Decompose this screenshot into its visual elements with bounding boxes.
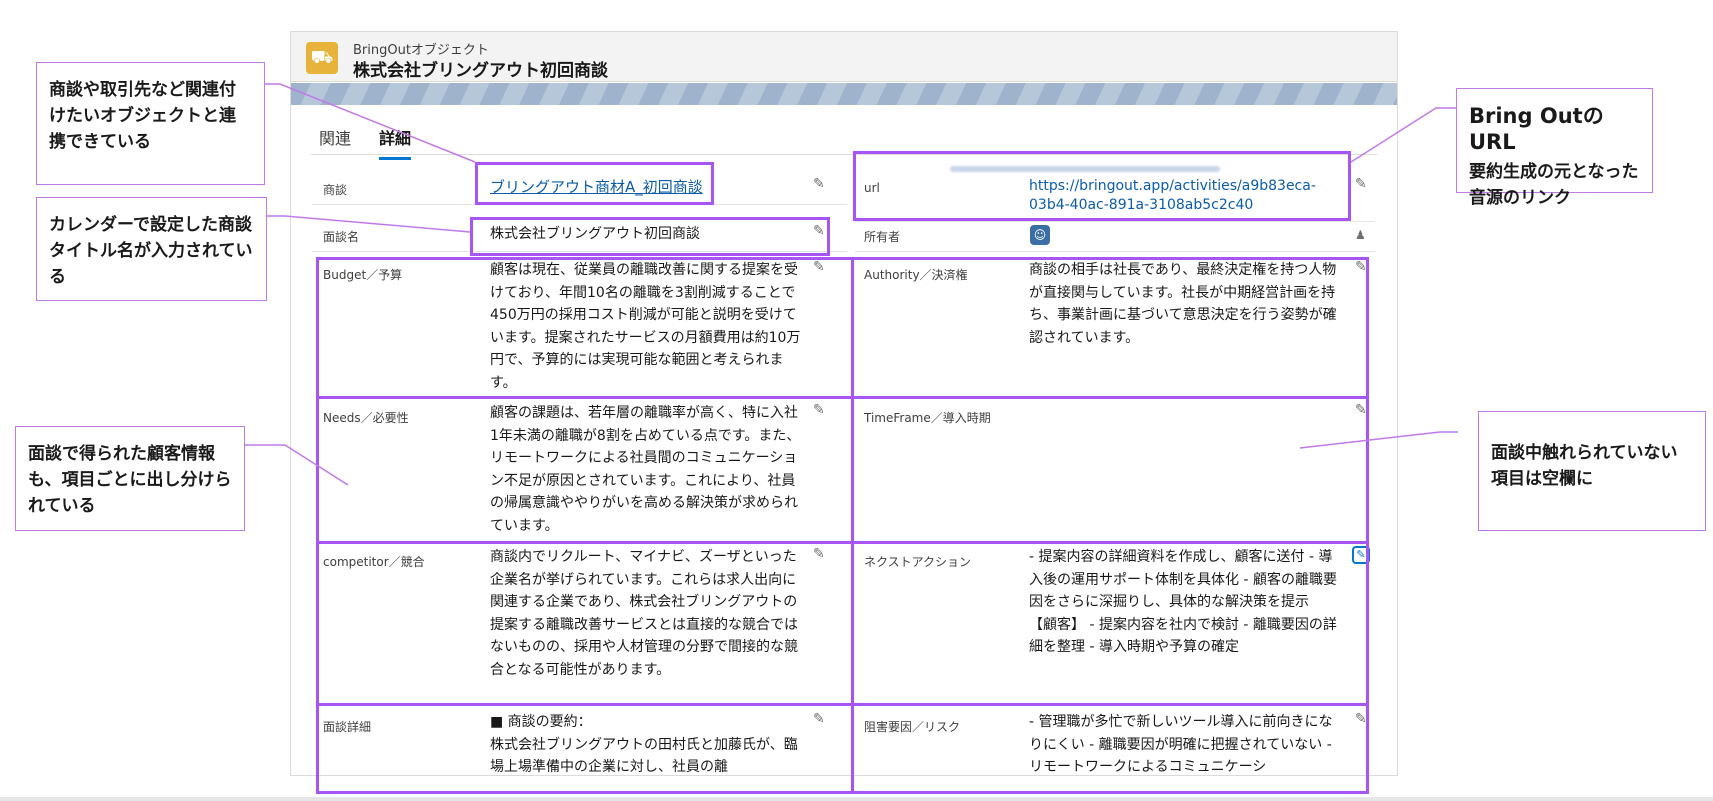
field-label-next-action: ネクストアクション <box>864 555 972 569</box>
row-divider <box>312 204 847 205</box>
callout-linked-objects-text: 商談や取引先など関連付けたいオブジェクトと連携できている <box>49 80 236 152</box>
next-action-value: - 提案内容の詳細資料を作成し、顧客に送付 - 導入後の運用サポート体制を具体化… <box>1029 549 1337 655</box>
truck-icon: ⛟ <box>306 42 338 74</box>
change-owner-icon[interactable]: ♟ <box>1355 228 1366 242</box>
pencil-icon[interactable]: ✎ <box>1355 402 1367 418</box>
url-link[interactable]: https://bringout.app/activities/a9b83eca… <box>1029 177 1347 215</box>
callout-url: Bring OutのURL 要約生成の元となった音源のリンク <box>1456 88 1653 208</box>
callout-empty-fields-text: 面談中触れられていない項目は空欄に <box>1491 443 1678 489</box>
competitor-value: 商談内でリクルート、マイナビ、ズーザといった企業名が挙げられています。これらは求… <box>490 549 798 678</box>
field-label-timeframe: TimeFrame／導入時期 <box>864 411 991 425</box>
callout-empty-fields: 面談中触れられていない項目は空欄に <box>1478 411 1706 531</box>
pencil-icon[interactable]: ✎ <box>813 402 825 418</box>
pencil-icon[interactable]: ✎ <box>1355 176 1367 192</box>
field-label-url: url <box>864 181 880 195</box>
pencil-icon[interactable]: ✎ <box>1355 259 1367 275</box>
callout-url-title: Bring OutのURL <box>1469 104 1604 154</box>
field-label-owner: 所有者 <box>864 230 901 244</box>
pencil-icon[interactable]: ✎ <box>1352 546 1370 564</box>
tabs-divider <box>311 154 1377 155</box>
record-header: ⛟ BringOutオブジェクト 株式会社ブリングアウト初回商談 <box>291 32 1397 82</box>
callout-customer-info: 面談で得られた顧客情報も、項目ごとに出し分けられている <box>15 426 245 531</box>
authority-value: 商談の相手は社長であり、最終決定権を持つ人物が直接関与しています。社長が中期経営… <box>1029 262 1337 346</box>
field-label-authority: Authority／決済権 <box>864 268 968 282</box>
field-label-meeting-detail: 面談詳細 <box>323 720 372 734</box>
callout-calendar-title-text: カレンダーで設定した商談タイトル名が入力されている <box>49 215 253 287</box>
row-divider <box>855 251 1375 252</box>
callout-customer-info-text: 面談で得られた顧客情報も、項目ごとに出し分けられている <box>28 444 232 516</box>
deal-link[interactable]: ブリングアウト商材A_初回商談 <box>490 176 703 199</box>
pencil-icon[interactable]: ✎ <box>813 223 825 239</box>
field-label-competitor: competitor／競合 <box>323 555 425 569</box>
row-divider <box>855 221 1375 222</box>
bottom-scrollbar[interactable] <box>0 797 1713 801</box>
needs-value: 顧客の課題は、若年層の離職率が高く、特に入社1年未満の離職が8割を占めている点で… <box>490 405 801 534</box>
field-label-deal: 商談 <box>323 183 348 197</box>
field-label-budget: Budget／予算 <box>323 268 403 282</box>
pencil-icon[interactable]: ✎ <box>813 259 825 275</box>
pencil-icon[interactable]: ✎ <box>1355 711 1367 727</box>
header-banner <box>291 83 1397 105</box>
callout-url-desc: 要約生成の元となった音源のリンク <box>1469 162 1639 208</box>
field-label-risk: 阻害要因／リスク <box>864 720 961 734</box>
redacted-text <box>950 166 1220 172</box>
record-panel: ⛟ BringOutオブジェクト 株式会社ブリングアウト初回商談 関連 詳細 <box>290 31 1398 776</box>
owner-avatar-icon[interactable]: ☺ <box>1030 225 1050 245</box>
pencil-icon[interactable]: ✎ <box>813 176 825 192</box>
pencil-icon[interactable]: ✎ <box>813 546 825 562</box>
budget-value: 顧客は現在、従業員の離職改善に関する提案を受けており、年間10名の離職を3割削減… <box>490 262 801 391</box>
record-title: 株式会社ブリングアウト初回商談 <box>353 61 608 81</box>
field-label-needs: Needs／必要性 <box>323 411 409 425</box>
callout-calendar-title: カレンダーで設定した商談タイトル名が入力されている <box>36 197 267 301</box>
row-divider <box>312 251 847 252</box>
pencil-icon[interactable]: ✎ <box>813 711 825 727</box>
screenshot-canvas: ⛟ BringOutオブジェクト 株式会社ブリングアウト初回商談 関連 詳細 商… <box>0 0 1713 801</box>
callout-linked-objects: 商談や取引先など関連付けたいオブジェクトと連携できている <box>36 62 265 185</box>
risk-value: - 管理職が多忙で新しいツール導入に前向きになりにくい - 離職要因が明確に把握… <box>1029 714 1333 775</box>
field-label-meeting-name: 面談名 <box>323 230 360 244</box>
meeting-detail-value: ■ 商談の要約： 株式会社ブリングアウトの田村氏と加藤氏が、臨場上場準備中の企業… <box>490 714 798 775</box>
meeting-name-value: 株式会社ブリングアウト初回商談 <box>490 226 700 242</box>
